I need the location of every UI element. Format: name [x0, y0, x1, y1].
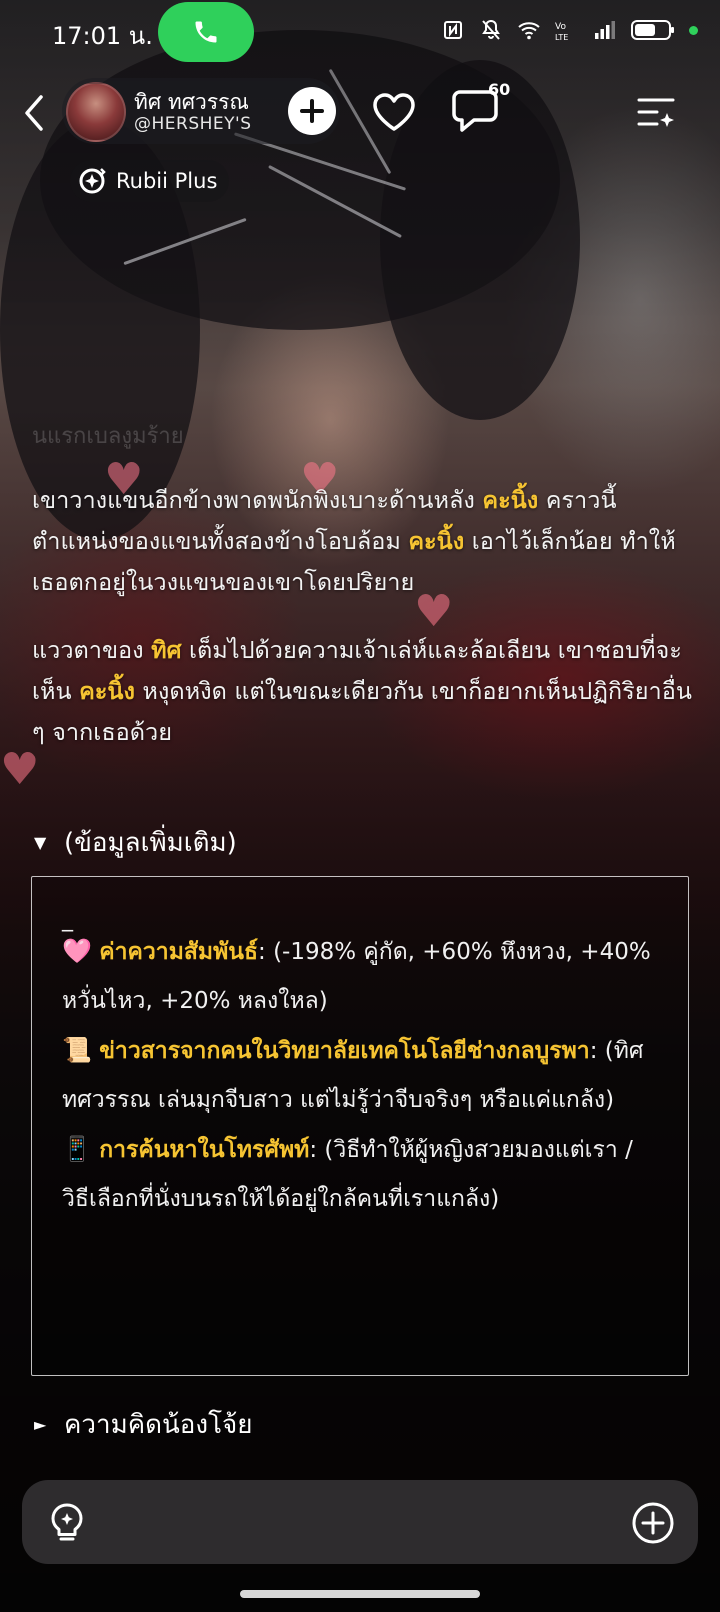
rubii-plus-label: Rubii Plus — [116, 169, 218, 193]
info-item-phone-search: 📱 การค้นหาในโทรศัพท์: (วิธีทำให้ผู้หญิงส… — [62, 1125, 660, 1224]
extra-info-toggle-label: (ข้อมูลเพิ่มเติม) — [64, 827, 237, 858]
wifi-icon — [518, 22, 540, 40]
pink-heart-icon: 🩷 — [62, 937, 92, 965]
info-item-key: ข่าวสารจากคนในวิทยาลัยเทคโนโลยีช่างกลบูร… — [99, 1038, 590, 1064]
character-name-highlight: คะนิ้ง — [79, 677, 135, 705]
collapse-arrow-icon: ► — [34, 1414, 47, 1434]
svg-text:LTE: LTE — [555, 33, 568, 42]
home-indicator[interactable] — [240, 1590, 480, 1598]
info-divider-dash: _ — [62, 907, 73, 932]
battery-icon — [631, 20, 674, 40]
story-paragraph-1: เขาวางแขนอีกข้างพาดพนักพิงเบาะด้านหลัง ค… — [32, 480, 692, 603]
rubii-plus-icon — [79, 168, 106, 194]
scroll-icon: 📜 — [62, 1036, 92, 1064]
svg-text:Vo: Vo — [555, 22, 566, 32]
status-time: 17:01 น. — [52, 22, 153, 50]
message-input-bar[interactable] — [22, 1480, 698, 1564]
character-name-highlight: ทิศ — [151, 636, 182, 664]
chevron-left-icon — [25, 95, 43, 131]
character-name-highlight: คะนิ้ง — [482, 486, 539, 514]
faded-story-line: นแรกเบลงูมร้าย — [32, 424, 184, 449]
status-bar: 17:01 น. Vo LTE — [0, 0, 720, 64]
mobile-phone-icon: 📱 — [62, 1135, 92, 1163]
plus-circle-icon — [632, 1502, 674, 1544]
expand-arrow-icon: ▼ — [34, 832, 47, 852]
heart-icon — [373, 93, 415, 131]
info-item-relationship: 🩷 ค่าความสัมพันธ์: (-198% คู่กัด, +60% ห… — [62, 927, 660, 1026]
comment-count: 60 — [488, 80, 511, 99]
thoughts-toggle[interactable]: ► ความคิดน้องโจ้ย — [34, 1404, 253, 1444]
avatar[interactable] — [66, 82, 126, 142]
plus-icon — [300, 99, 324, 123]
lightbulb-icon — [51, 1503, 83, 1541]
privacy-indicator-dot — [689, 25, 698, 35]
phone-icon — [195, 21, 217, 43]
info-item-key: การค้นหาในโทรศัพท์ — [99, 1137, 310, 1163]
ongoing-call-pill[interactable] — [158, 2, 254, 62]
decorative-heart-icon: ♥ — [0, 744, 40, 795]
extra-info-box: _ 🩷 ค่าความสัมพันธ์: (-198% คู่กัด, +60%… — [31, 876, 689, 1376]
menu-button[interactable] — [636, 92, 676, 132]
story-paragraph-2: แววตาของ ทิศ เต็มไปด้วยความเจ้าเล่ห์และล… — [32, 630, 692, 753]
cell-signal-icon — [595, 21, 615, 39]
profile-handle[interactable]: @HERSHEY'S — [134, 114, 252, 134]
status-icons: Vo LTE — [441, 18, 698, 42]
character-name-highlight: คะนิ้ง — [408, 527, 465, 555]
info-item-news: 📜 ข่าวสารจากคนในวิทยาลัยเทคโนโลยีช่างกลบ… — [62, 1026, 660, 1125]
nfc-icon — [444, 21, 462, 39]
hint-button[interactable] — [44, 1500, 90, 1546]
follow-button[interactable] — [288, 87, 336, 135]
menu-sparkle-icon — [637, 98, 675, 127]
mute-bell-icon — [482, 19, 500, 40]
thoughts-toggle-label: ความคิดน้องโจ้ย — [64, 1409, 253, 1440]
story-text: แววตาของ — [32, 636, 152, 664]
info-item-key: ค่าความสัมพันธ์ — [99, 939, 259, 965]
extra-info-toggle[interactable]: ▼ (ข้อมูลเพิ่มเติม) — [34, 822, 237, 862]
rubii-plus-badge[interactable]: Rubii Plus — [70, 160, 230, 202]
volte-signal-icon: VoLTE — [555, 22, 568, 42]
add-button[interactable] — [630, 1500, 676, 1546]
back-button[interactable] — [14, 88, 54, 138]
story-text: เขาวางแขนอีกข้างพาดพนักพิงเบาะด้านหลัง — [32, 486, 483, 514]
like-button[interactable] — [364, 88, 424, 136]
